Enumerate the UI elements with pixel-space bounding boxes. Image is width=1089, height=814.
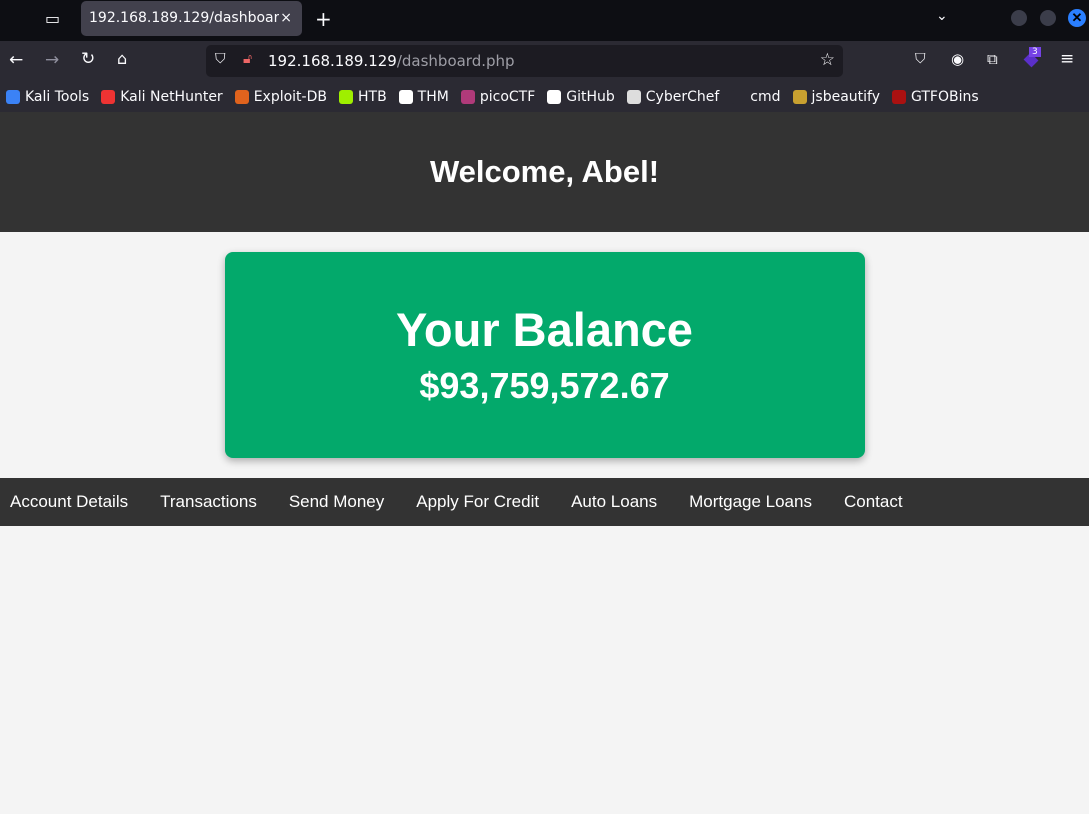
reload-icon[interactable]: ↻ [81,49,95,69]
bookmark-favicon-icon [460,89,475,104]
bookmark-favicon-icon [234,89,249,104]
bookmark-label: cmd [750,88,781,105]
bookmark-label: Kali Tools [25,88,90,105]
bookmark-item[interactable]: GTFOBins [892,89,979,105]
bookmark-label: HTB [357,88,387,105]
url-host: 192.168.189.129 [268,52,397,70]
bookmark-label: GitHub [566,88,615,105]
bookmark-favicon-icon [792,89,807,104]
bookmark-item[interactable]: THM [398,88,449,105]
minimize-button[interactable] [1011,10,1027,26]
active-tab[interactable]: 192.168.189.129/dashboard.php × [81,1,302,36]
balance-card: Your Balance $93,759,572.67 [224,252,865,458]
nav-link[interactable]: Send Money [279,492,400,512]
bookmark-item[interactable]: GitHub [547,89,615,105]
account-icon[interactable]: ◉ [951,50,964,68]
url-bar[interactable]: ⛉ 🔓︎ 192.168.189.129/dashboard.php ☆ [206,45,843,77]
balance-amount: $93,759,572.67 [419,365,670,406]
bookmark-item[interactable]: CyberChef [626,88,720,105]
bookmark-label: jsbeautify [811,88,881,105]
new-tab-icon[interactable]: + [315,7,332,31]
balance-title: Your Balance [396,303,693,356]
bookmark-label: picoCTF [479,88,536,105]
bookmark-item[interactable]: picoCTF [460,88,536,105]
bookmark-label: GTFOBins [911,88,979,105]
bookmark-favicon-icon [892,89,907,104]
nav-link[interactable]: Auto Loans [561,492,673,512]
nav-link[interactable]: Apply For Credit [406,492,555,512]
tab-bar: ▭ 192.168.189.129/dashboard.php × + ⌄ ✕ [0,0,1089,41]
bookmark-item[interactable]: HTB [338,88,387,105]
nav-toolbar: ← → ↻ ⌂ ⛉ 🔓︎ 192.168.189.129/dashboard.p… [0,41,1089,81]
extension-badge: 3 [1029,47,1041,57]
welcome-heading: Welcome, Abel! [429,154,660,189]
bookmark-label: Exploit-DB [253,88,327,105]
main-nav: Account Details Transactions Send Money App… [0,478,1089,526]
bookmark-item[interactable]: Kali NetHunter [101,88,223,105]
pocket-icon[interactable]: ⛉ [915,51,926,67]
tab-overview-icon[interactable]: ▭ [45,9,60,28]
bookmark-label: Kali NetHunter [120,88,223,105]
back-icon[interactable]: ← [9,50,23,70]
extensions-icon[interactable]: ⧉ [987,50,998,68]
bookmark-favicon-icon [6,89,20,104]
url-path: /dashboard.php [396,52,515,70]
bookmark-favicon-icon [398,89,413,104]
bookmarks-toolbar: Kali Tools Kali NetHunter Exploit-DB HTB THM… [0,81,1089,112]
bookmark-favicon-icon [547,89,562,104]
nav-link[interactable]: Contact [834,492,919,512]
bookmark-favicon-icon [338,89,353,104]
nav-link[interactable]: Account Details [0,492,144,512]
nav-link[interactable]: Transactions [150,492,273,512]
window-close-button[interactable]: ✕ [1068,9,1086,27]
menu-icon[interactable]: ≡ [1060,49,1074,69]
bookmark-item[interactable]: cmd [731,88,781,105]
bookmark-item[interactable]: Kali Tools [6,89,89,105]
bookmark-favicon-icon [626,89,641,104]
insecure-lock-icon[interactable]: 🔓︎ [243,51,252,67]
shield-icon[interactable]: ⛉ [215,51,226,67]
bookmark-label: THM [417,88,449,105]
page-header: Welcome, Abel! [0,112,1089,232]
bookmark-favicon-icon [731,89,746,104]
bookmark-item[interactable]: Exploit-DB [234,88,327,105]
bookmark-item[interactable]: jsbeautify [792,88,881,105]
chevron-down-icon[interactable]: ⌄ [936,8,948,24]
bookmark-favicon-icon [101,89,116,104]
maximize-button[interactable] [1040,10,1056,26]
bookmark-label: CyberChef [645,88,720,105]
nav-link[interactable]: Mortgage Loans [679,492,828,512]
close-tab-icon[interactable]: × [280,1,292,36]
bookmark-star-icon[interactable]: ☆ [820,50,835,70]
forward-icon[interactable]: → [45,50,59,70]
tab-title: 192.168.189.129/dashboard.php [89,10,279,26]
home-icon[interactable]: ⌂ [117,49,127,68]
